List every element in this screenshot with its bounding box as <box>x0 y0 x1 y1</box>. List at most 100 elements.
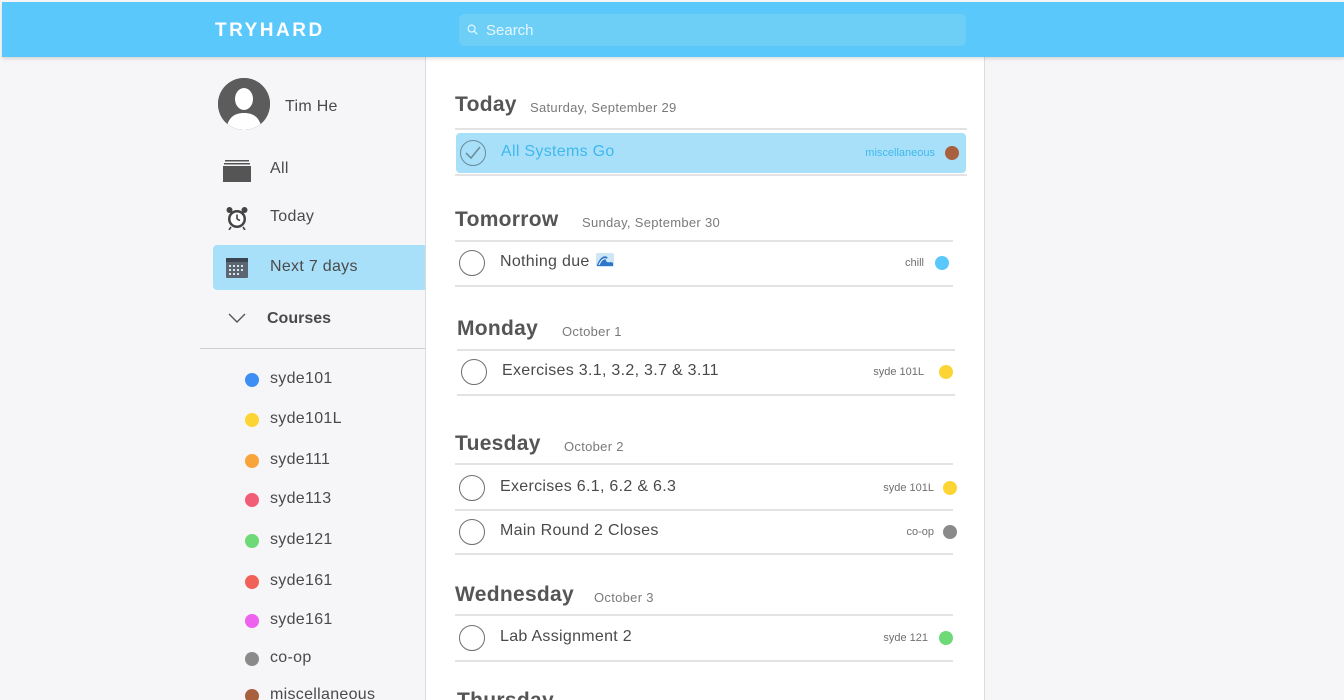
task-row[interactable]: Exercises 6.1, 6.2 & 6.3 syde 101L <box>455 468 957 508</box>
tag-color-dot <box>945 146 959 160</box>
course-item[interactable]: syde113 <box>245 487 425 509</box>
app-brand[interactable]: TRYHARD <box>215 20 325 42</box>
sidebar: Tim He All Today Next 7 days Courses syd… <box>200 57 426 700</box>
courses-toggle[interactable]: Courses <box>228 309 426 331</box>
course-name: syde161 <box>270 572 333 589</box>
courses-heading: Courses <box>267 310 332 327</box>
stack-icon <box>223 160 251 182</box>
task-name: Exercises 3.1, 3.2, 3.7 & 3.11 <box>502 362 719 379</box>
course-color-dot <box>245 413 259 427</box>
search-input[interactable]: Search <box>459 14 966 46</box>
divider <box>455 660 953 662</box>
course-name: syde113 <box>270 490 332 507</box>
divider <box>457 349 955 351</box>
divider <box>455 174 967 176</box>
divider <box>455 240 953 242</box>
task-list-panel: Today Saturday, September 29 All Systems… <box>425 57 985 700</box>
course-color-dot <box>245 534 259 548</box>
course-item[interactable]: miscellaneous <box>245 683 425 700</box>
course-name: syde101 <box>270 370 333 387</box>
divider <box>455 614 953 616</box>
chevron-down-icon <box>228 313 246 323</box>
course-item[interactable]: syde161 <box>245 608 425 630</box>
calendar-icon <box>226 258 248 278</box>
course-color-dot <box>245 373 259 387</box>
divider <box>455 509 953 511</box>
task-tag: syde 101L <box>873 366 924 378</box>
day-heading: Today <box>455 93 517 116</box>
tag-color-dot <box>939 631 953 645</box>
day-date: October 1 <box>562 324 622 339</box>
day-date: October 3 <box>594 590 654 605</box>
task-name: Nothing due <box>500 253 590 270</box>
course-item[interactable]: syde161 <box>245 569 425 591</box>
course-name: co-op <box>270 649 312 666</box>
course-color-dot <box>245 689 259 700</box>
top-bar: TRYHARD Search <box>2 2 1344 57</box>
course-item[interactable]: syde111 <box>245 448 425 470</box>
nav-item-today[interactable]: Today <box>213 195 426 240</box>
tag-color-dot <box>935 256 949 270</box>
course-name: syde161 <box>270 611 333 628</box>
task-row[interactable]: Lab Assignment 2 syde 121 <box>455 618 955 658</box>
divider <box>457 394 955 396</box>
course-color-dot <box>245 614 259 628</box>
task-name: Main Round 2 Closes <box>500 522 659 539</box>
user-name: Tim He <box>285 98 338 115</box>
task-name-wrapper: Nothing due <box>500 253 615 271</box>
course-name: syde101L <box>270 410 342 427</box>
day-heading: Tomorrow <box>455 208 559 231</box>
day-heading: Thursday <box>457 689 554 700</box>
nav-item-all[interactable]: All <box>213 147 426 192</box>
task-checkbox[interactable] <box>461 359 487 385</box>
task-checkbox[interactable] <box>459 250 485 276</box>
nav-item-next-7-days[interactable]: Next 7 days <box>213 245 426 290</box>
task-name: Lab Assignment 2 <box>500 628 632 645</box>
task-checkbox[interactable] <box>459 475 485 501</box>
task-row[interactable]: Exercises 3.1, 3.2, 3.7 & 3.11 syde 101L <box>457 352 957 392</box>
course-name: miscellaneous <box>270 686 376 700</box>
course-item[interactable]: syde101 <box>245 367 425 389</box>
search-placeholder: Search <box>486 22 534 39</box>
task-checkbox[interactable] <box>459 519 485 545</box>
course-item[interactable]: syde121 <box>245 528 425 550</box>
nav-label: All <box>270 160 289 177</box>
task-checkbox[interactable] <box>459 625 485 651</box>
task-tag: syde 121 <box>883 632 928 644</box>
task-tag: chill <box>905 257 924 269</box>
divider <box>455 128 967 130</box>
day-date: Saturday, September 29 <box>530 100 677 115</box>
course-color-dot <box>245 493 259 507</box>
search-icon <box>467 24 478 35</box>
task-checkbox[interactable] <box>460 140 486 166</box>
tag-color-dot <box>939 365 953 379</box>
course-name: syde111 <box>270 451 331 468</box>
avatar[interactable] <box>218 78 270 130</box>
course-color-dot <box>245 652 259 666</box>
course-item[interactable]: syde101L <box>245 407 425 429</box>
day-date: October 2 <box>564 439 624 454</box>
checkmark-icon <box>465 146 481 160</box>
nav-label: Next 7 days <box>270 258 358 275</box>
task-row[interactable]: Main Round 2 Closes co-op <box>455 512 957 552</box>
task-tag: syde 101L <box>883 482 934 494</box>
day-heading: Wednesday <box>455 583 575 606</box>
wave-icon <box>596 253 615 267</box>
course-color-dot <box>245 454 259 468</box>
day-heading: Monday <box>457 317 539 340</box>
task-tag: co-op <box>906 526 934 538</box>
course-name: syde121 <box>270 531 333 548</box>
task-tag: miscellaneous <box>865 147 935 159</box>
nav-label: Today <box>270 208 315 225</box>
task-row[interactable]: All Systems Go miscellaneous <box>456 133 966 173</box>
task-row[interactable]: Nothing due chill <box>455 243 955 283</box>
course-item[interactable]: co-op <box>245 646 425 668</box>
sidebar-divider <box>200 348 426 349</box>
alarm-clock-icon <box>226 207 248 230</box>
user-silhouette-icon <box>218 78 270 130</box>
tag-color-dot <box>943 481 957 495</box>
divider <box>455 463 953 465</box>
tag-color-dot <box>943 525 957 539</box>
task-name: All Systems Go <box>501 143 615 160</box>
day-heading: Tuesday <box>455 432 541 455</box>
